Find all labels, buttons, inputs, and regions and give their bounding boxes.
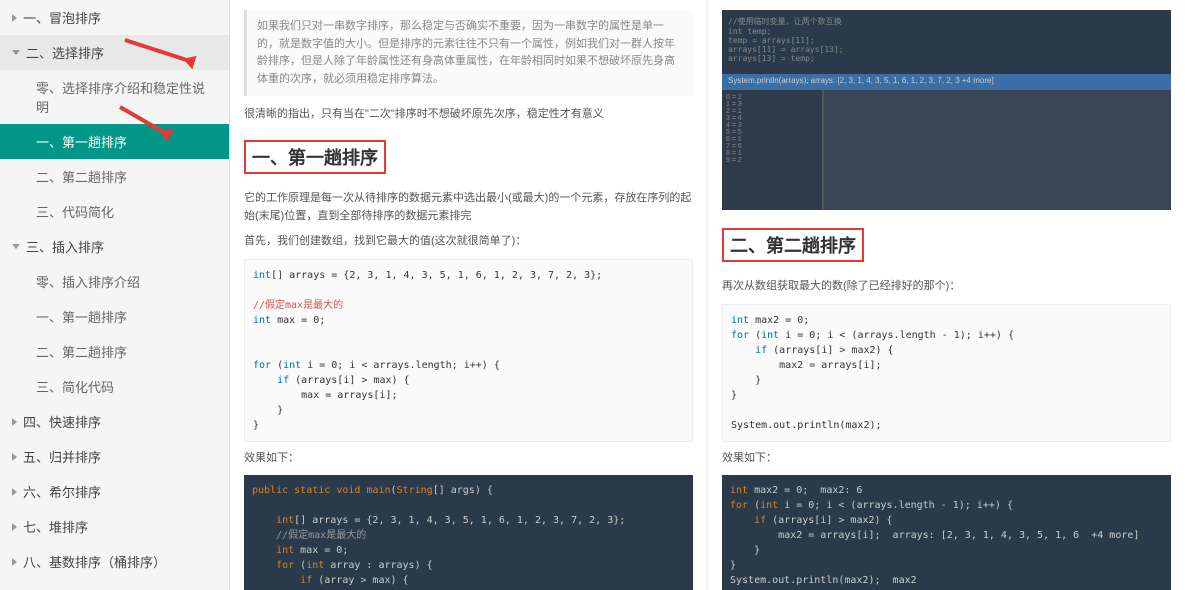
toc-item[interactable]: 六、希尔排序 <box>0 474 229 509</box>
toc-label: 三、简化代码 <box>36 377 114 396</box>
paragraph: 首先，我们创建数组，找到它最大的值(这次就很简单了)： <box>244 233 693 251</box>
ide-variables-panel: 0 = 2 1 = 3 2 = 1 3 = 4 4 = 3 5 = 5 6 = … <box>722 90 822 210</box>
toc-item[interactable]: 二、第二趟排序 <box>0 334 229 369</box>
toc-label: 一、冒泡排序 <box>23 8 101 27</box>
toc-item[interactable]: 二、第二趟排序 <box>0 159 229 194</box>
toc-item[interactable]: 八、基数排序（桶排序） <box>0 544 229 579</box>
toc-item[interactable]: 一、冒泡排序 <box>0 0 229 35</box>
toc-label: 五、归并排序 <box>23 447 101 466</box>
toc-item[interactable]: 一、第一趟排序 <box>0 124 229 159</box>
ide-output-bar: System.println(arrays); arrays: [2, 3, 1… <box>722 74 1171 90</box>
quote-box: 如果我们只对一串数字排序，那么稳定与否确实不重要，因为一串数字的属性是单一的，就… <box>244 10 693 96</box>
toc-item[interactable]: 五、归并排序 <box>0 439 229 474</box>
toc-label: 六、希尔排序 <box>23 482 101 501</box>
toc-sidebar[interactable]: 一、冒泡排序二、选择排序零、选择排序介绍和稳定性说明一、第一趟排序二、第二趟排序… <box>0 0 230 590</box>
toc-label: 二、第二趟排序 <box>36 167 127 186</box>
toc-item[interactable]: 零、选择排序介绍和稳定性说明 <box>0 70 229 124</box>
code-block: int[] arrays = {2, 3, 1, 4, 3, 5, 1, 6, … <box>244 259 693 442</box>
toc-label: 零、选择排序介绍和稳定性说明 <box>36 78 217 116</box>
toc-item[interactable]: 三、代码简化 <box>0 194 229 229</box>
toc-label: 二、第二趟排序 <box>36 342 127 361</box>
caret-right-icon <box>12 14 17 22</box>
caret-right-icon <box>12 558 17 566</box>
paragraph: 它的工作原理是每一次从待排序的数据元素中选出最小(或最大)的一个元素，存放在序列… <box>244 190 693 225</box>
toc-label: 一、第一趟排序 <box>36 132 127 151</box>
toc-label: 三、代码简化 <box>36 202 114 221</box>
toc-item[interactable]: 一、第一趟排序 <box>0 299 229 334</box>
toc-item[interactable]: 三、插入排序 <box>0 229 229 264</box>
ide-screenshot: //使用临时变量，让两个数互换 int temp; temp = arrays[… <box>722 10 1171 210</box>
caret-right-icon <box>12 523 17 531</box>
content-column-left: 如果我们只对一串数字排序，那么稳定与否确实不重要，因为一串数字的属性是单一的，就… <box>230 0 708 590</box>
caret-right-icon <box>12 418 17 426</box>
code-screenshot: public static void main(String[] args) {… <box>244 475 693 590</box>
caret-down-icon <box>12 244 20 249</box>
paragraph: 效果如下： <box>244 450 693 468</box>
section-heading: 二、第二趟排序 <box>722 228 864 262</box>
code-screenshot: int max2 = 0; max2: 6 for (int i = 0; i … <box>722 475 1171 590</box>
toc-item[interactable]: 二、选择排序 <box>0 35 229 70</box>
ide-code-area: //使用临时变量，让两个数互换 int temp; temp = arrays[… <box>722 10 1171 74</box>
caret-down-icon <box>12 50 20 55</box>
toc-label: 七、堆排序 <box>23 517 88 536</box>
toc-label: 八、基数排序（桶排序） <box>23 552 166 571</box>
caret-right-icon <box>12 488 17 496</box>
paragraph: 再次从数组获取最大的数(除了已经排好的那个)： <box>722 278 1171 296</box>
caret-right-icon <box>12 453 17 461</box>
toc-label: 二、选择排序 <box>26 43 104 62</box>
toc-item[interactable]: 七、堆排序 <box>0 509 229 544</box>
toc-item[interactable]: 四、快速排序 <box>0 404 229 439</box>
section-heading: 一、第一趟排序 <box>244 140 386 174</box>
content-column-right: //使用临时变量，让两个数互换 int temp; temp = arrays[… <box>708 0 1185 590</box>
toc-label: 四、快速排序 <box>23 412 101 431</box>
toc-label: 零、插入排序介绍 <box>36 272 140 291</box>
toc-item[interactable]: 九、递归 <box>0 579 229 590</box>
toc-label: 一、第一趟排序 <box>36 307 127 326</box>
paragraph: 很清晰的指出，只有当在"二次"排序时不想破坏原先次序，稳定性才有意义 <box>244 106 693 124</box>
code-block: int max2 = 0; for (int i = 0; i < (array… <box>722 304 1171 442</box>
toc-label: 三、插入排序 <box>26 237 104 256</box>
toc-item[interactable]: 零、插入排序介绍 <box>0 264 229 299</box>
toc-item[interactable]: 三、简化代码 <box>0 369 229 404</box>
paragraph: 效果如下： <box>722 450 1171 468</box>
